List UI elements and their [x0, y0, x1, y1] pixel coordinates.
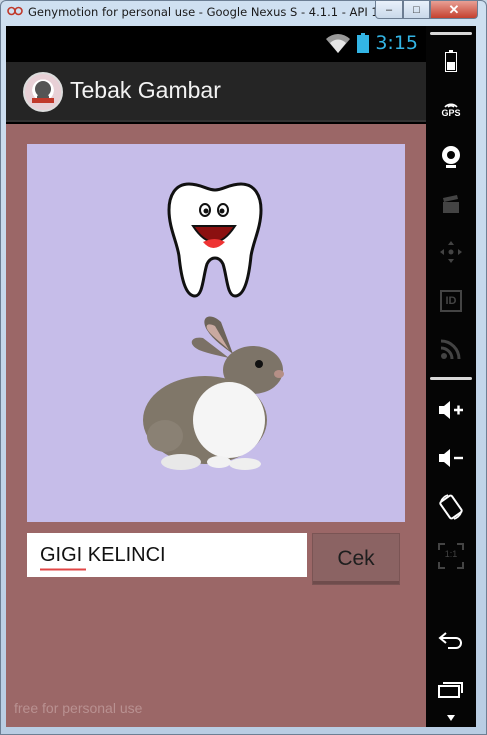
toolbar-separator [430, 377, 472, 380]
gps-widget-button[interactable]: GPS [426, 94, 476, 122]
main-content: GIGI KELINCI Cek free for personal use [6, 124, 426, 727]
tooth-icon [167, 182, 263, 298]
action-bar: Tebak Gambar [6, 62, 426, 122]
rotate-icon [439, 494, 463, 520]
toolbar-separator [430, 32, 472, 35]
id-label: ID [445, 295, 457, 307]
device-id-widget-button[interactable]: ID [426, 288, 476, 314]
window-titlebar[interactable]: Genymotion for personal use - Google Nex… [1, 1, 486, 23]
status-bar: 3:15 [6, 26, 426, 62]
puzzle-image [27, 144, 405, 522]
volume-up-icon [439, 401, 463, 419]
gps-label: GPS [441, 108, 461, 118]
pixel-ratio-icon: 1:1 [438, 543, 464, 569]
pixel-ratio-label: 1:1 [444, 549, 458, 559]
volume-up-button[interactable] [426, 398, 476, 422]
wifi-icon [326, 34, 351, 53]
window-title: Genymotion for personal use - Google Nex… [28, 5, 401, 19]
app-title: Tebak Gambar [70, 77, 221, 103]
battery-icon [445, 50, 457, 72]
recent-apps-icon [438, 682, 463, 698]
recent-apps-button[interactable] [426, 678, 476, 700]
status-clock: 3:15 [375, 32, 418, 54]
arrow-down-icon [447, 715, 455, 721]
dpad-icon [440, 241, 462, 263]
close-button[interactable]: ✕ [430, 1, 478, 19]
battery-widget-button[interactable] [426, 48, 476, 74]
cast-icon [440, 339, 461, 360]
genymotion-toolbar: GPS ID 1:1 [426, 26, 476, 727]
app-logo-icon[interactable] [23, 72, 63, 112]
back-button[interactable] [426, 628, 476, 652]
spellcheck-underline [40, 568, 86, 571]
rotate-button[interactable] [426, 492, 476, 522]
scroll-down-button[interactable] [426, 712, 476, 724]
media-widget-button[interactable] [426, 192, 476, 216]
minimize-button[interactable]: – [375, 1, 403, 19]
pixel-ratio-button[interactable]: 1:1 [426, 542, 476, 570]
volume-down-icon [439, 449, 463, 467]
genymotion-logo-icon [7, 6, 23, 16]
camera-clapper-icon [443, 195, 459, 213]
rabbit-image [143, 316, 284, 470]
maximize-button[interactable]: □ [403, 1, 430, 19]
cast-widget-button[interactable] [426, 336, 476, 362]
check-answer-button[interactable]: Cek [312, 533, 400, 585]
guess-picture-logo-icon [32, 81, 54, 103]
personal-use-watermark: free for personal use [14, 700, 143, 716]
dpad-widget-button[interactable] [426, 240, 476, 264]
battery-icon [357, 33, 370, 53]
back-icon [438, 632, 462, 649]
gps-icon [444, 103, 458, 108]
webcam-widget-button[interactable] [426, 144, 476, 170]
webcam-icon [442, 146, 460, 168]
volume-down-button[interactable] [426, 446, 476, 470]
id-icon: ID [440, 290, 462, 312]
android-screen: 3:15 Tebak Gambar GIGI KELINCI Cek free … [6, 26, 426, 727]
